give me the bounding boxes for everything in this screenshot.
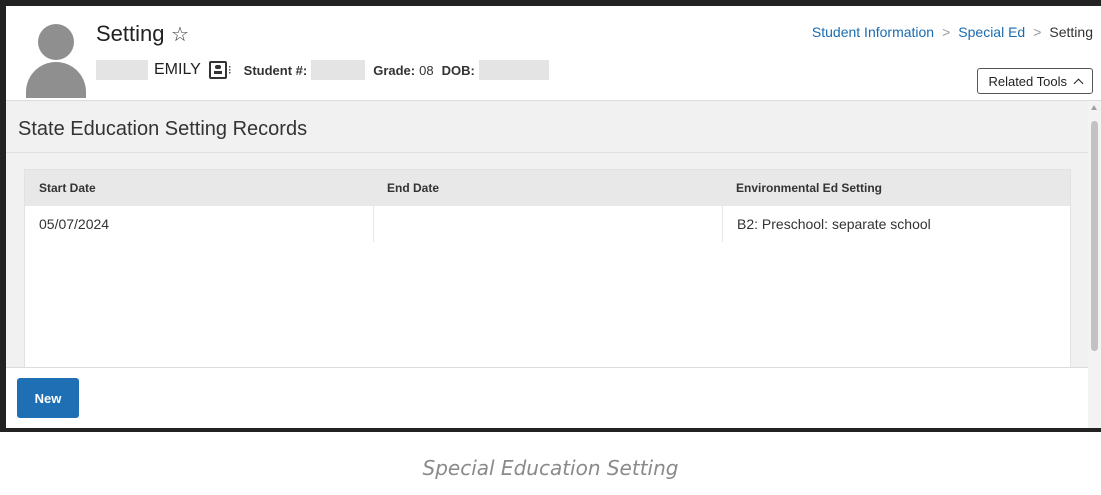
breadcrumb-separator: > xyxy=(1033,24,1042,40)
table-header: Start Date End Date Environmental Ed Set… xyxy=(25,170,1070,206)
main-content: State Education Setting Records Start Da… xyxy=(6,101,1088,428)
related-tools-button[interactable]: Related Tools xyxy=(977,68,1093,94)
cell-end-date xyxy=(373,206,722,242)
app-window: Setting ☆ EMILY ⁝ Student #: Grade: 08 D… xyxy=(6,6,1101,428)
vertical-scrollbar[interactable] xyxy=(1088,101,1101,428)
divider xyxy=(6,152,1088,153)
redacted-student-number xyxy=(311,60,366,80)
action-bar: New xyxy=(6,367,1088,428)
student-header: Setting ☆ EMILY ⁝ Student #: Grade: 08 D… xyxy=(6,6,1101,101)
student-name: EMILY xyxy=(154,61,201,78)
related-tools-label: Related Tools xyxy=(988,73,1067,89)
screenshot-frame: Setting ☆ EMILY ⁝ Student #: Grade: 08 D… xyxy=(0,0,1101,432)
breadcrumb: Student Information > Special Ed > Setti… xyxy=(812,24,1093,40)
breadcrumb-student-information[interactable]: Student Information xyxy=(812,24,934,40)
new-button[interactable]: New xyxy=(17,378,79,418)
star-icon[interactable]: ☆ xyxy=(171,22,189,47)
scrollbar-thumb[interactable] xyxy=(1091,121,1098,351)
breadcrumb-setting: Setting xyxy=(1049,24,1093,40)
column-header-end-date[interactable]: End Date xyxy=(373,170,722,206)
figure-caption: Special Education Setting xyxy=(422,456,679,480)
chevron-up-icon xyxy=(1073,78,1084,88)
student-number-label: Student #: xyxy=(243,62,308,78)
card-menu-icon[interactable]: ⁝ xyxy=(228,63,232,77)
column-header-start-date[interactable]: Start Date xyxy=(25,170,373,206)
breadcrumb-separator: > xyxy=(942,24,951,40)
redacted-dob xyxy=(478,60,549,80)
scroll-up-arrow-icon[interactable] xyxy=(1091,105,1097,110)
page-title: Setting xyxy=(96,21,165,46)
records-table: Start Date End Date Environmental Ed Set… xyxy=(24,169,1071,369)
section-title: State Education Setting Records xyxy=(18,118,308,140)
cell-environmental-ed-setting: B2: Preschool: separate school xyxy=(722,206,1070,242)
contact-card-icon[interactable] xyxy=(208,61,227,79)
grade-label: Grade: xyxy=(373,62,416,78)
grade-value: 08 xyxy=(419,62,434,78)
breadcrumb-special-ed[interactable]: Special Ed xyxy=(958,24,1025,40)
student-info-row: EMILY ⁝ Student #: Grade: 08 DOB: xyxy=(96,58,549,82)
redacted-last-name xyxy=(96,60,148,80)
dob-label: DOB: xyxy=(441,62,475,78)
table-row[interactable]: 05/07/2024 B2: Preschool: separate schoo… xyxy=(25,206,1070,242)
cell-start-date: 05/07/2024 xyxy=(39,216,110,232)
column-header-environmental-ed-setting[interactable]: Environmental Ed Setting xyxy=(722,170,1070,206)
avatar xyxy=(26,24,86,98)
